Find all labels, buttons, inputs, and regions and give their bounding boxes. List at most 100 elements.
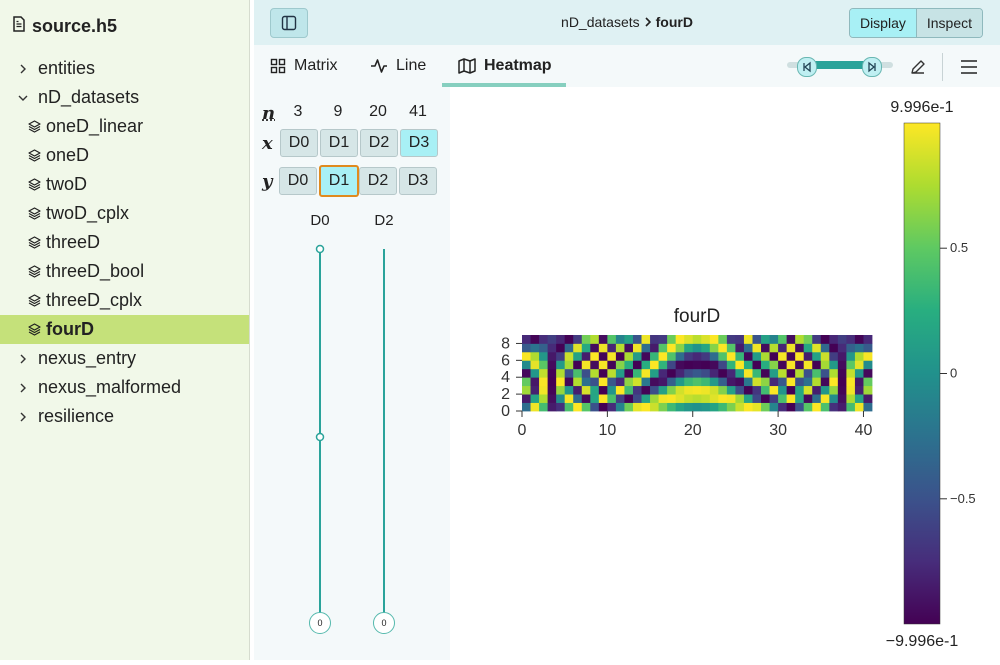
x-dim-button[interactable]: D2 [360, 129, 398, 157]
y-dim-button[interactable]: D0 [279, 167, 317, 195]
slider-handle-d2[interactable]: 0 [373, 612, 395, 634]
heatmap-cell [633, 369, 642, 378]
heatmap-cell [607, 394, 616, 403]
heatmap-cell [667, 377, 676, 386]
heatmap-cell [718, 394, 727, 403]
tree-item-twod-cplx[interactable]: twoD_cplx [0, 199, 249, 228]
heatmap-cell [565, 386, 574, 395]
tree-item-nd-datasets[interactable]: nD_datasets [0, 83, 249, 112]
chevron-right-icon [17, 382, 29, 394]
heatmap-cell [599, 403, 608, 412]
heatmap-cell [735, 343, 744, 352]
heatmap-cell [710, 403, 719, 412]
tree-item-threed-cplx[interactable]: threeD_cplx [0, 286, 249, 315]
tree-item-fourd[interactable]: fourD [0, 315, 249, 344]
display-button[interactable]: Display [850, 9, 916, 37]
heatmap-cell [684, 369, 693, 378]
heatmap-cell [693, 335, 702, 344]
dimension-sliders [254, 237, 450, 637]
heatmap-cell [582, 352, 591, 361]
heatmap-cell [616, 352, 625, 361]
heatmap-cell [770, 352, 779, 361]
tab-matrix[interactable]: Matrix [270, 45, 338, 87]
dim-size: 20 [360, 103, 396, 121]
heatmap-cell [676, 394, 685, 403]
y-dim-button[interactable]: D2 [359, 167, 397, 195]
heatmap-cell [556, 377, 565, 386]
heatmap-cell [821, 360, 830, 369]
breadcrumb-parent[interactable]: nD_datasets [561, 14, 640, 30]
layers-icon [28, 294, 41, 307]
heatmap-cell [812, 369, 821, 378]
slider-handle-d0[interactable]: 0 [309, 612, 331, 634]
heatmap-cell [795, 386, 804, 395]
heatmap-cell [770, 335, 779, 344]
heatmap-cell [531, 394, 540, 403]
tab-line[interactable]: Line [370, 45, 426, 87]
heatmap-cell [701, 377, 710, 386]
skip-back-icon [798, 58, 816, 76]
heatmap-cell [821, 386, 830, 395]
colorbar-tick-label: 0 [950, 366, 957, 381]
x-tick-label: 30 [769, 422, 787, 439]
inspect-button[interactable]: Inspect [916, 9, 982, 37]
slider-end-handle[interactable] [862, 57, 882, 77]
tree-item-resilience[interactable]: resilience [0, 402, 249, 431]
heatmap-cell [650, 403, 659, 412]
tree-item-threed[interactable]: threeD [0, 228, 249, 257]
heatmap-cell [770, 403, 779, 412]
heatmap-cell [821, 377, 830, 386]
heatmap-cell [531, 343, 540, 352]
heatmap-cell [539, 352, 548, 361]
heatmap-cell [804, 403, 813, 412]
heatmap-cell [659, 343, 668, 352]
file-header[interactable]: source.h5 [0, 0, 249, 52]
heatmap-cell [522, 403, 531, 412]
heatmap-cell [582, 394, 591, 403]
heatmap-cell [718, 369, 727, 378]
tab-heatmap[interactable]: Heatmap [458, 45, 552, 87]
heatmap-cell [522, 394, 531, 403]
tree-item-nexus-malformed[interactable]: nexus_malformed [0, 373, 249, 402]
heatmap-cell [590, 369, 599, 378]
heatmap-cell [582, 386, 591, 395]
tree-item-label: nexus_entry [38, 348, 136, 369]
edit-button[interactable] [909, 58, 927, 81]
y-dim-button-selected[interactable]: D1 [319, 165, 359, 197]
heatmap-cell [522, 369, 531, 378]
map-icon [458, 58, 476, 74]
x-dim-button[interactable]: D1 [320, 129, 358, 157]
heatmap-cell [855, 369, 864, 378]
heatmap-cell [770, 377, 779, 386]
heatmap-cell [744, 377, 753, 386]
heatmap-cell [607, 360, 616, 369]
heatmap-cell [829, 386, 838, 395]
heatmap-cell [573, 377, 582, 386]
tree-item-entities[interactable]: entities [0, 54, 249, 83]
heatmap-cell [846, 386, 855, 395]
y-dim-button[interactable]: D3 [399, 167, 437, 195]
x-dim-button-selected[interactable]: D3 [400, 129, 438, 157]
heatmap-cell [667, 352, 676, 361]
heatmap-cell [727, 369, 736, 378]
heatmap-cell [778, 394, 787, 403]
tree-item-nexus-entry[interactable]: nexus_entry [0, 344, 249, 373]
x-dim-button[interactable]: D0 [280, 129, 318, 157]
heatmap-cell [590, 343, 599, 352]
heatmap-cell [710, 352, 719, 361]
heatmap-cell [744, 386, 753, 395]
tree-item-threed-bool[interactable]: threeD_bool [0, 257, 249, 286]
heatmap-cell [795, 394, 804, 403]
heatmap-cell [556, 343, 565, 352]
dim-size: 9 [320, 103, 356, 121]
tree-item-twod[interactable]: twoD [0, 170, 249, 199]
slider-start-handle[interactable] [797, 57, 817, 77]
heatmap-cell [710, 369, 719, 378]
heatmap-cell [855, 335, 864, 344]
heatmap-cell [795, 403, 804, 412]
tree-item-label: oneD_linear [46, 116, 143, 137]
menu-button[interactable] [959, 58, 979, 81]
x-tick-label: 10 [598, 422, 616, 439]
tree-item-oned-linear[interactable]: oneD_linear [0, 112, 249, 141]
tree-item-oned[interactable]: oneD [0, 141, 249, 170]
